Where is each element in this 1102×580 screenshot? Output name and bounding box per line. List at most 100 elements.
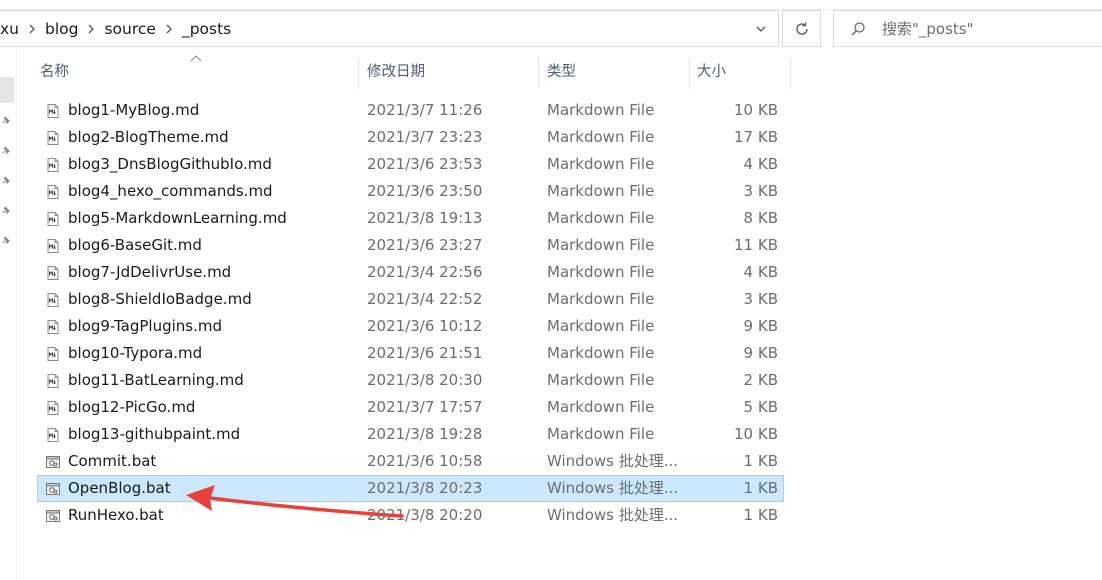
file-name: blog13-githubpaint.md [68, 425, 241, 443]
file-type: Markdown File [547, 101, 655, 119]
chevron-right-icon[interactable] [25, 22, 39, 36]
file-modified-date: 2021/3/8 19:13 [367, 209, 483, 227]
file-modified-date: 2021/3/6 21:51 [367, 344, 483, 362]
pin-icon[interactable] [0, 234, 12, 246]
breadcrumb-item-xu[interactable]: xu [0, 11, 25, 46]
file-row[interactable]: blog13-githubpaint.md 2021/3/8 19:28 Markd… [37, 421, 784, 448]
markdown-file-icon [45, 265, 61, 281]
file-size: 5 KB [743, 398, 778, 416]
search-box[interactable] [833, 10, 1102, 47]
file-modified-date: 2021/3/7 23:23 [367, 128, 483, 146]
pin-icon[interactable] [0, 144, 12, 156]
file-row[interactable]: RunHexo.bat 2021/3/8 20:20 Windows 批处理... 1… [37, 502, 784, 529]
column-header-size[interactable]: 大小 [690, 57, 791, 89]
search-icon [851, 21, 865, 35]
file-size: 3 KB [743, 290, 778, 308]
column-header-name[interactable]: 名称 [17, 57, 359, 89]
file-type: Markdown File [547, 344, 655, 362]
file-size: 4 KB [743, 263, 778, 281]
file-name: blog6-BaseGit.md [68, 236, 202, 254]
batch-file-icon [45, 508, 61, 524]
address-bar[interactable]: xu blog source _posts [0, 10, 779, 47]
file-type: Markdown File [547, 155, 655, 173]
file-row[interactable]: blog3_DnsBlogGithubIo.md 2021/3/6 23:53 Ma… [37, 151, 784, 178]
file-row[interactable]: OpenBlog.bat 2021/3/8 20:23 Windows 批处理...… [37, 475, 784, 502]
markdown-file-icon [45, 427, 61, 443]
file-type: Markdown File [547, 317, 655, 335]
file-name: blog9-TagPlugins.md [68, 317, 222, 335]
file-type: Markdown File [547, 236, 655, 254]
file-list[interactable]: blog1-MyBlog.md 2021/3/7 11:26 Markdown Fi… [37, 97, 786, 529]
markdown-file-icon [45, 238, 61, 254]
file-row[interactable]: blog11-BatLearning.md 2021/3/8 20:30 Markd… [37, 367, 784, 394]
file-row[interactable]: blog10-Typora.md 2021/3/6 21:51 Markdown F… [37, 340, 784, 367]
file-name: OpenBlog.bat [68, 479, 171, 497]
file-size: 10 KB [734, 425, 778, 443]
batch-file-icon [45, 481, 61, 497]
chevron-right-icon[interactable] [84, 22, 98, 36]
file-modified-date: 2021/3/7 11:26 [367, 101, 483, 119]
markdown-file-icon [45, 103, 61, 119]
file-row[interactable]: Commit.bat 2021/3/6 10:58 Windows 批处理... 1 … [37, 448, 784, 475]
file-row[interactable]: blog5-MarkdownLearning.md 2021/3/8 19:13 M… [37, 205, 784, 232]
file-row[interactable]: blog12-PicGo.md 2021/3/7 17:57 Markdown Fi… [37, 394, 784, 421]
file-modified-date: 2021/3/6 23:27 [367, 236, 483, 254]
pin-icon[interactable] [0, 204, 12, 216]
file-type: Windows 批处理... [547, 506, 679, 524]
file-modified-date: 2021/3/4 22:52 [367, 290, 483, 308]
column-header-date[interactable]: 修改日期 [359, 57, 539, 89]
file-name: blog5-MarkdownLearning.md [68, 209, 287, 227]
breadcrumb-label[interactable]: source [98, 20, 161, 38]
navigation-pane[interactable] [0, 48, 17, 580]
file-modified-date: 2021/3/6 10:12 [367, 317, 483, 335]
address-history-dropdown[interactable] [744, 11, 778, 46]
markdown-file-icon [45, 292, 61, 308]
breadcrumb-item-posts[interactable]: _posts [176, 11, 237, 46]
markdown-file-icon [45, 373, 61, 389]
file-row[interactable]: blog2-BlogTheme.md 2021/3/7 23:23 Markdown… [37, 124, 784, 151]
markdown-file-icon [45, 130, 61, 146]
file-name: Commit.bat [68, 452, 157, 470]
file-type: Markdown File [547, 128, 655, 146]
pin-icon[interactable] [0, 114, 12, 126]
file-modified-date: 2021/3/7 17:57 [367, 398, 483, 416]
column-header-row: 名称 修改日期 类型 大小 [17, 55, 791, 89]
file-row[interactable]: blog9-TagPlugins.md 2021/3/6 10:12 Markdow… [37, 313, 784, 340]
file-name: blog3_DnsBlogGithubIo.md [68, 155, 272, 173]
breadcrumb-label[interactable]: _posts [176, 20, 237, 38]
file-row[interactable]: blog8-ShieldIoBadge.md 2021/3/4 22:52 Mark… [37, 286, 784, 313]
pin-icon[interactable] [0, 174, 12, 186]
chevron-down-icon [756, 26, 766, 32]
file-name: RunHexo.bat [68, 506, 164, 524]
file-type: Markdown File [547, 209, 655, 227]
column-header-label: 名称 [40, 64, 69, 80]
column-header-type[interactable]: 类型 [539, 57, 690, 89]
file-modified-date: 2021/3/6 23:50 [367, 182, 483, 200]
file-row[interactable]: blog6-BaseGit.md 2021/3/6 23:27 Markdown F… [37, 232, 784, 259]
file-type: Windows 批处理... [547, 479, 679, 497]
file-name: blog2-BlogTheme.md [68, 128, 229, 146]
file-size: 4 KB [743, 155, 778, 173]
nav-selected-item[interactable] [0, 77, 14, 103]
file-name: blog1-MyBlog.md [68, 101, 200, 119]
refresh-button[interactable] [782, 10, 821, 47]
file-row[interactable]: blog1-MyBlog.md 2021/3/7 11:26 Markdown Fi… [37, 97, 784, 124]
breadcrumb-item-blog[interactable]: blog [39, 11, 84, 46]
file-row[interactable]: blog7-JdDelivrUse.md 2021/3/4 22:56 Markdo… [37, 259, 784, 286]
file-type: Markdown File [547, 425, 655, 443]
breadcrumb-item-source[interactable]: source [98, 11, 161, 46]
file-modified-date: 2021/3/4 22:56 [367, 263, 483, 281]
file-name: blog4_hexo_commands.md [68, 182, 273, 200]
file-modified-date: 2021/3/6 10:58 [367, 452, 483, 470]
chevron-right-icon[interactable] [162, 22, 176, 36]
file-size: 3 KB [743, 182, 778, 200]
file-size: 1 KB [743, 506, 778, 524]
file-name: blog11-BatLearning.md [68, 371, 244, 389]
markdown-file-icon [45, 346, 61, 362]
search-input[interactable] [882, 19, 1082, 38]
file-row[interactable]: blog4_hexo_commands.md 2021/3/6 23:50 Mark… [37, 178, 784, 205]
breadcrumb-label[interactable]: blog [39, 20, 84, 38]
file-size: 11 KB [734, 236, 778, 254]
file-modified-date: 2021/3/8 20:23 [367, 479, 483, 497]
breadcrumb-label[interactable]: xu [0, 20, 25, 38]
